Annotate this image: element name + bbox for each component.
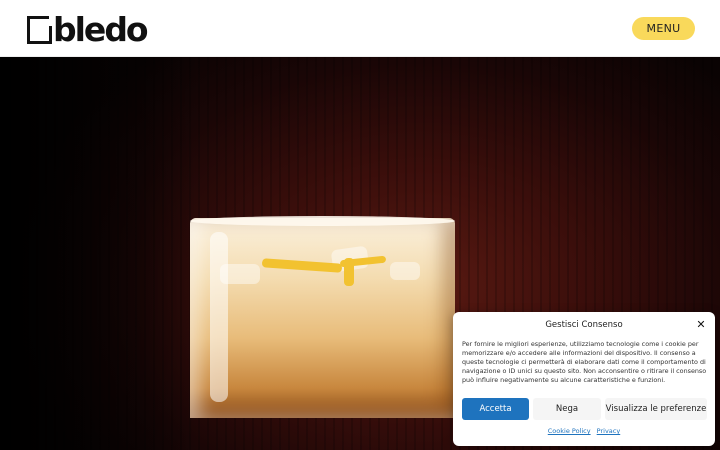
ice-cube <box>390 262 420 280</box>
consent-links: Cookie Policy Privacy <box>453 427 715 435</box>
hero-shadow <box>0 57 200 450</box>
menu-button[interactable]: MENU <box>632 17 695 40</box>
consent-message: Per fornire le migliori esperienze, util… <box>462 340 707 385</box>
lemon-twist <box>344 258 354 286</box>
logo-text: bledo <box>53 10 149 49</box>
accept-button[interactable]: Accetta <box>462 398 529 420</box>
close-icon[interactable]: ✕ <box>695 319 707 331</box>
glass-highlight <box>210 232 228 402</box>
cocktail-glass <box>190 218 455 418</box>
view-preferences-button[interactable]: Visualizza le preferenze <box>605 398 707 420</box>
deny-button[interactable]: Nega <box>533 398 601 420</box>
glass-rim <box>190 216 455 226</box>
privacy-link[interactable]: Privacy <box>597 427 621 435</box>
cookie-consent-dialog: Gestisci Consenso ✕ Per fornire le migli… <box>453 312 715 446</box>
site-header: bledo MENU <box>0 0 720 57</box>
site-logo[interactable]: bledo <box>27 10 149 49</box>
logo-mark-icon <box>27 16 52 44</box>
ice-cube <box>220 264 260 284</box>
consent-title: Gestisci Consenso <box>545 320 623 330</box>
cookie-policy-link[interactable]: Cookie Policy <box>548 427 591 435</box>
